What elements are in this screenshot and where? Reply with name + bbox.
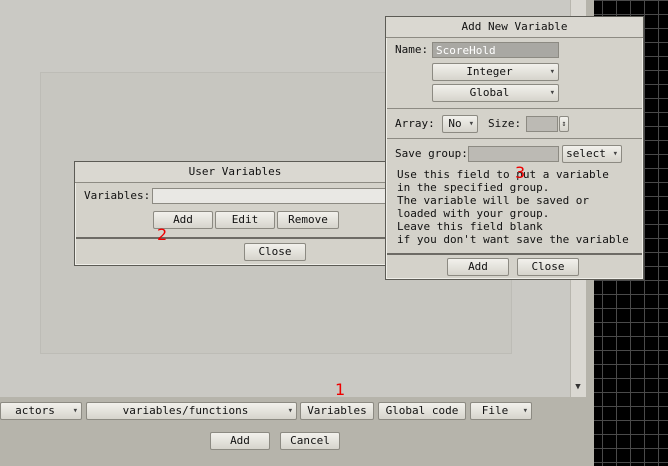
scope-value: Global [469,86,510,99]
type-value: Integer [466,65,513,78]
save-group-label: Save group: [395,147,468,160]
name-field[interactable] [432,42,559,58]
variables-functions-label: variables/functions [122,404,249,417]
chevron-down-icon: ▾ [549,67,555,77]
close-button[interactable]: Close [244,243,306,261]
size-stepper-icon[interactable]: ⇕ [559,116,569,132]
add-button[interactable]: Add [210,432,270,450]
chevron-down-icon: ▾ [468,119,474,129]
chevron-down-icon: ▾ [72,406,78,416]
add-new-variable-dialog: Add New Variable Name: Integer ▾ Global … [385,16,644,280]
close-button[interactable]: Close [517,258,579,276]
scroll-down-icon[interactable]: ▼ [571,380,585,394]
edit-variable-button[interactable]: Edit [215,211,275,229]
cancel-button[interactable]: Cancel [280,432,340,450]
add-button[interactable]: Add [447,258,509,276]
actors-label: actors [15,404,55,417]
variables-button[interactable]: Variables [300,402,374,420]
name-label: Name: [395,43,429,56]
variables-list[interactable] [152,188,392,204]
size-field[interactable] [526,116,558,132]
file-dropdown[interactable]: File ▾ [470,402,532,420]
chevron-down-icon: ▾ [612,149,618,159]
file-label: File [481,404,509,417]
marker-1: 1 [335,380,346,399]
array-value: No [448,117,462,130]
select-label: select [566,147,606,160]
select-group-dropdown[interactable]: select ▾ [562,145,622,163]
size-label: Size: [488,117,522,130]
variables-section: Variables: Add Edit Remove [76,183,394,239]
save-group-field[interactable] [468,146,559,162]
user-variables-dialog: User Variables Variables: Add Edit Remov… [74,161,396,266]
type-dropdown[interactable]: Integer ▾ [432,63,559,81]
name-input[interactable] [433,43,558,57]
global-code-button[interactable]: Global code [378,402,466,420]
dialog-title: User Variables [75,162,395,183]
name-type-section: Name: Integer ▾ Global ▾ [387,38,642,109]
save-group-section: Save group: select ▾ Use this field to p… [387,139,642,255]
array-label: Array: [395,117,435,130]
scope-dropdown[interactable]: Global ▾ [432,84,559,102]
variables-label: Variables: [84,189,151,202]
array-dropdown[interactable]: No ▾ [442,115,478,133]
chevron-down-icon: ▾ [522,406,528,416]
dialog-title: Add New Variable [386,17,643,38]
variables-functions-dropdown[interactable]: variables/functions ▾ [86,402,297,420]
remove-variable-button[interactable]: Remove [277,211,339,229]
actors-dropdown[interactable]: actors ▾ [0,402,82,420]
chevron-down-icon: ▾ [549,88,555,98]
marker-2: 2 [157,225,168,244]
marker-3: 3 [515,163,526,182]
array-section: Array: No ▾ Size: ⇕ [387,109,642,139]
chevron-down-icon: ▾ [287,406,293,416]
